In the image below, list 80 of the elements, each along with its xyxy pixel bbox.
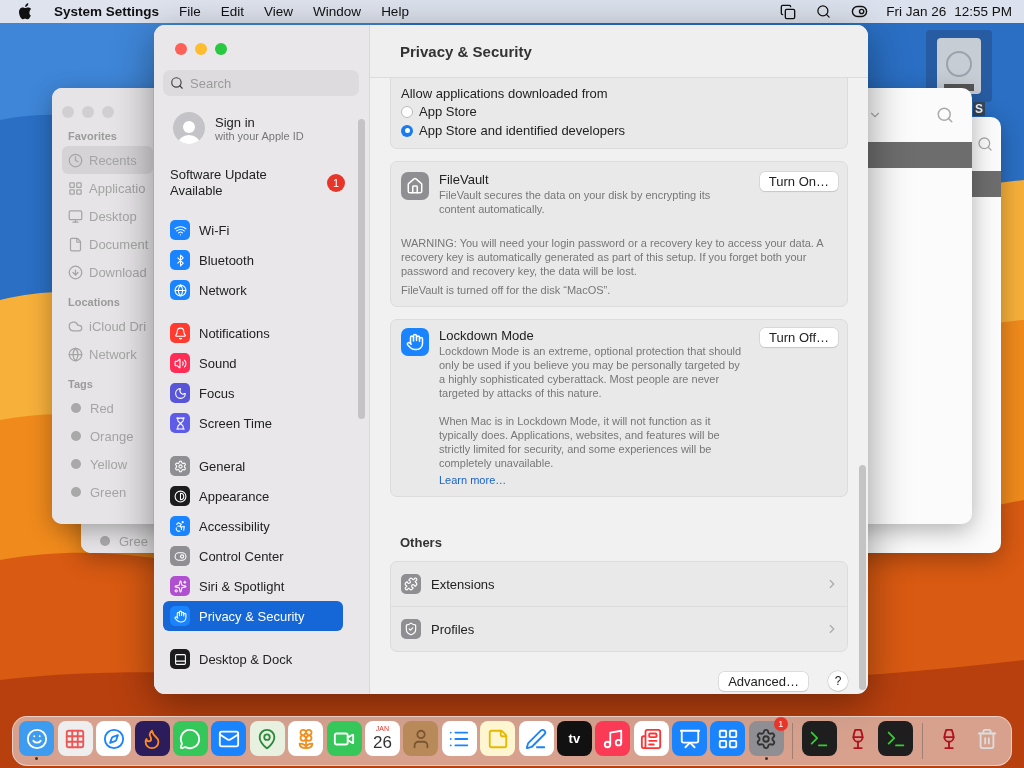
sidebar-item[interactable]: Appearance [163, 481, 343, 511]
menu-item[interactable]: View [254, 4, 304, 19]
account-subtitle: with your Apple ID [215, 129, 304, 142]
radio-button[interactable] [401, 105, 413, 118]
sidebar-item[interactable]: Screen Time [163, 408, 343, 438]
advanced-button[interactable]: Advanced… [719, 671, 808, 691]
cloud-icon [68, 318, 83, 334]
display-icon [68, 208, 83, 224]
status-text: FileVault is turned off for the disk “MacOS”. [401, 284, 612, 296]
sidebar-heading: Favorites [68, 130, 118, 142]
disk-label: S [973, 102, 985, 116]
help-button[interactable]: ? [828, 671, 848, 691]
learn-more-link[interactable]: Learn more… [439, 474, 507, 486]
sidebar-item[interactable]: Desktop & Dock [163, 644, 343, 674]
tag-dot [100, 536, 110, 546]
card-title: Lockdown Mode [439, 328, 535, 343]
card-title: FileVault [439, 172, 490, 187]
hand-icon [401, 328, 429, 356]
control-center-icon[interactable] [851, 3, 869, 20]
sidebar-item[interactable]: Control Center [163, 541, 343, 571]
tv-label: tv [568, 731, 581, 746]
house-icon [401, 172, 429, 200]
document-icon [68, 236, 83, 252]
sidebar-item[interactable]: Sound [163, 348, 343, 378]
close-button[interactable] [175, 43, 187, 55]
calendar-day: 26 [372, 733, 392, 752]
sidebar-heading: Tags [68, 378, 94, 390]
radio-button[interactable] [401, 124, 413, 137]
warning-text: WARNING: You will need your login password or a recovery key to access your data. A recovery key is automatically generated as part of this setup. If you forget both your password and recovery key, the data will be lost. [401, 236, 825, 278]
download-icon [68, 264, 83, 280]
page-title: Privacy & Security [370, 25, 868, 78]
sidebar-item[interactable]: Siri & Spotlight [163, 571, 343, 601]
list-row[interactable]: Extensions [391, 562, 847, 606]
sidebar-item[interactable]: Accessibility [163, 511, 343, 541]
search-icon[interactable] [816, 4, 832, 19]
menu-item[interactable]: Edit [210, 4, 255, 19]
tag-dot [71, 459, 81, 469]
scrollbar-thumb[interactable] [358, 119, 365, 419]
sidebar-item[interactable]: Wi-Fi [163, 215, 343, 245]
update-label[interactable]: Software Update Available [170, 167, 290, 199]
tag-dot [71, 487, 81, 497]
smiling-face-icon[interactable] [19, 721, 55, 761]
shield-check-icon [401, 619, 421, 639]
app-menu[interactable]: System Settings [44, 4, 170, 19]
sidebar-item[interactable]: Notifications [163, 318, 343, 348]
windows-icon[interactable] [780, 3, 797, 20]
menu-date[interactable]: Fri Jan 26 [886, 4, 947, 19]
scrollbar-thumb[interactable] [859, 465, 866, 690]
update-badge: 1 [327, 174, 345, 192]
sidebar-item[interactable]: Bluetooth [163, 245, 343, 275]
card-description: When Mac is in Lockdown Mode, it will not function as it typically does. Applications, websites, and features will be strictly limited for security, and some experiences will be completely unavailable. [439, 414, 721, 470]
menu-item[interactable]: File [169, 4, 211, 19]
section-heading: Others [400, 535, 443, 550]
avatar[interactable] [173, 112, 205, 144]
radio-option[interactable]: App Store [401, 102, 837, 121]
menu-item[interactable]: Help [371, 4, 419, 19]
account-title[interactable]: Sign in [215, 114, 304, 130]
turn-off-button[interactable]: Turn Off… [760, 328, 838, 347]
card-description: Lockdown Mode is an extreme, optional protection that should only be used if you believe you may be personally targeted by a highly sophisticated cyberattack. Most people are never targeted by attacks of this nature. [439, 344, 743, 400]
sidebar-item[interactable]: General [163, 451, 343, 481]
sidebar-item[interactable]: Network [163, 275, 343, 305]
apple-logo-icon[interactable] [18, 3, 32, 20]
list-row[interactable]: Profiles [391, 606, 847, 651]
zoom-button[interactable] [215, 43, 227, 55]
sidebar-item[interactable]: Focus [163, 378, 343, 408]
tag-dot [71, 403, 81, 413]
applications-icon [68, 180, 83, 196]
clock-icon [68, 152, 83, 168]
radio-option[interactable]: App Store and identified developers [401, 121, 837, 140]
card-description: FileVault secures the data on your disk by encrypting its content automatically. [439, 188, 712, 216]
puzzle-icon [401, 574, 421, 594]
menu-item[interactable]: Window [303, 4, 372, 19]
turn-on-button[interactable]: Turn On… [759, 172, 838, 191]
setting-label: Allow applications downloaded from [401, 86, 608, 101]
globe-icon [68, 346, 83, 362]
tag-dot [71, 431, 81, 441]
search-icon [170, 76, 184, 90]
sidebar-heading: Locations [68, 296, 121, 308]
menu-time[interactable]: 12:55 PM [954, 4, 1012, 19]
sidebar-item[interactable]: Privacy & Security [163, 601, 343, 631]
